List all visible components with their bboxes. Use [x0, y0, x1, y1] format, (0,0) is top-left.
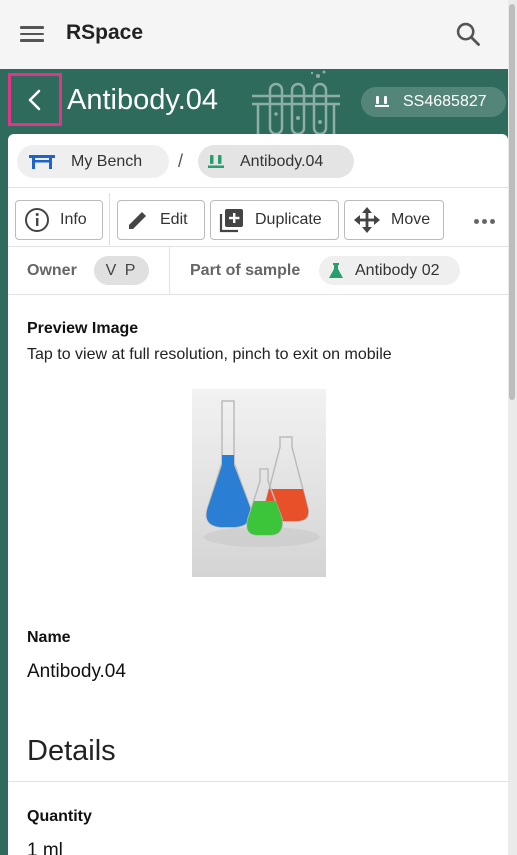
test-tube-rack-icon: [252, 70, 340, 136]
preview-image[interactable]: [192, 389, 326, 577]
duplicate-button[interactable]: Duplicate: [210, 200, 339, 240]
divider: [8, 187, 508, 188]
info-button[interactable]: Info: [15, 200, 103, 240]
bench-icon: [29, 154, 55, 169]
breadcrumb-label: My Bench: [71, 152, 143, 170]
quantity-label: Quantity: [27, 808, 92, 825]
owner-label: Owner: [27, 262, 77, 279]
name-value: Antibody.04: [27, 661, 126, 682]
hamburger-menu-icon[interactable]: [20, 22, 48, 46]
parent-label: Part of sample: [190, 262, 301, 279]
move-label: Move: [391, 211, 431, 228]
toolbar-divider: [109, 193, 110, 245]
info-icon: [24, 207, 50, 233]
app-title: RSpace: [66, 21, 144, 44]
subsample-icon: [208, 154, 224, 169]
details-heading: Details: [27, 735, 116, 767]
name-label: Name: [27, 629, 71, 646]
global-id-chip[interactable]: SS4685827: [361, 87, 506, 117]
owner-avatar-chip[interactable]: V P: [94, 256, 149, 285]
global-id-label: SS4685827: [403, 93, 487, 110]
scrollbar-thumb[interactable]: [509, 4, 515, 400]
record-card: My Bench / Antibody.04 Info Edit Duplica…: [8, 134, 508, 855]
edit-button[interactable]: Edit: [117, 200, 205, 240]
quantity-value: 1 ml: [27, 840, 63, 855]
record-title: Antibody.04: [67, 84, 219, 116]
move-button[interactable]: Move: [344, 200, 444, 240]
preview-hint: Tap to view at full resolution, pinch to…: [27, 346, 392, 363]
search-icon[interactable]: [454, 20, 482, 48]
breadcrumb-my-bench[interactable]: My Bench: [17, 145, 169, 178]
breadcrumb-antibody[interactable]: Antibody.04: [198, 145, 354, 178]
breadcrumb-separator: /: [178, 151, 184, 171]
preview-image-label: Preview Image: [27, 320, 139, 337]
back-button[interactable]: [8, 73, 62, 126]
app-bar: RSpace: [0, 0, 517, 69]
divider: [8, 246, 508, 247]
parent-sample-chip[interactable]: Antibody 02: [319, 256, 460, 285]
duplicate-label: Duplicate: [255, 211, 322, 228]
more-horizontal-icon[interactable]: [474, 212, 498, 230]
subsample-icon: [375, 96, 389, 108]
divider: [8, 781, 508, 782]
breadcrumb-label: Antibody.04: [240, 152, 324, 170]
flasks-photo: [192, 389, 326, 577]
flask-icon: [329, 262, 343, 279]
parent-sample-name: Antibody 02: [355, 261, 440, 279]
divider: [8, 294, 508, 295]
chevron-left-icon: [28, 89, 41, 110]
pencil-icon: [126, 208, 150, 232]
edit-label: Edit: [160, 211, 188, 228]
move-icon: [353, 206, 381, 234]
divider: [169, 246, 170, 294]
info-label: Info: [60, 211, 87, 228]
duplicate-icon: [219, 207, 245, 233]
